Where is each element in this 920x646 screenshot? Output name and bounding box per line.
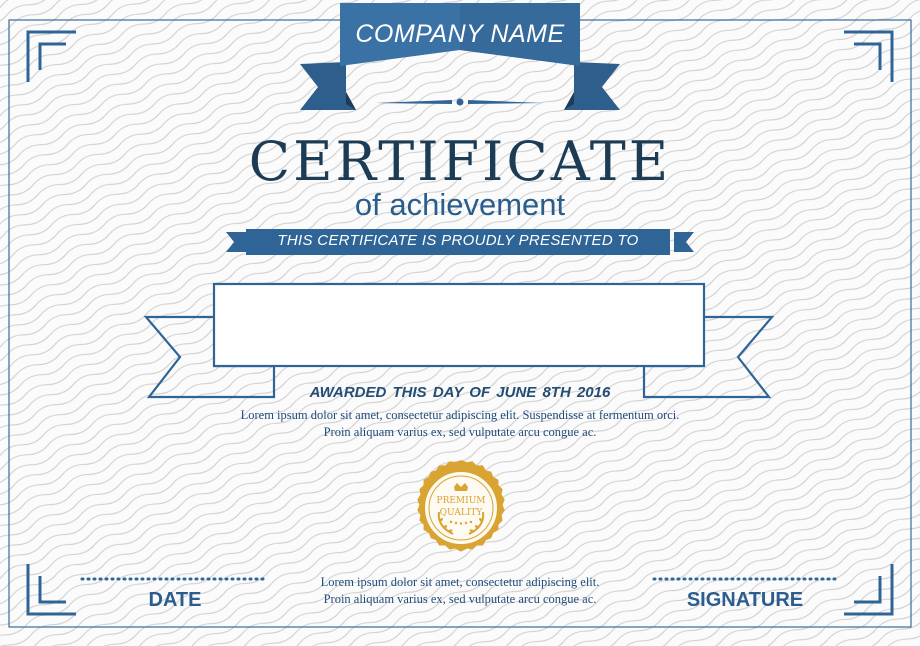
certificate-title: CERTIFICATE bbox=[248, 130, 672, 193]
seal-top-text: PREMIUM bbox=[437, 496, 486, 506]
premium-quality-seal-icon: PREMIUM QUALITY bbox=[417, 460, 505, 552]
body-line: Lorem ipsum dolor sit amet, consectetur … bbox=[240, 408, 680, 422]
recipient-name-ribbon bbox=[143, 282, 775, 399]
body-paragraph: Lorem ipsum dolor sit amet, consectetur … bbox=[160, 407, 760, 441]
corner-ornament-top-left bbox=[26, 30, 76, 82]
corner-ornament-top-right bbox=[844, 30, 894, 82]
date-label: DATE bbox=[148, 589, 202, 611]
certificate-subtitle: of achievement bbox=[354, 187, 566, 222]
certificate-page: COMPANY NAME CERTIFICATE of achievement … bbox=[0, 0, 920, 646]
ribbon-divider bbox=[376, 98, 544, 106]
corner-ornament-bottom-left bbox=[26, 564, 76, 616]
company-name: COMPANY NAME bbox=[355, 20, 565, 48]
presented-to-text: THIS CERTIFICATE IS PROUDLY PRESENTED TO bbox=[277, 232, 639, 249]
signature-label: SIGNATURE bbox=[686, 589, 804, 611]
body-line: Proin aliquam varius ex, sed vulputate a… bbox=[323, 425, 597, 439]
seal-bottom-text: QUALITY bbox=[440, 508, 484, 518]
awarded-date-text: AWARDED THIS DAY OF JUNE 8TH 2016 bbox=[309, 384, 611, 401]
corner-ornament-bottom-right bbox=[844, 564, 894, 616]
